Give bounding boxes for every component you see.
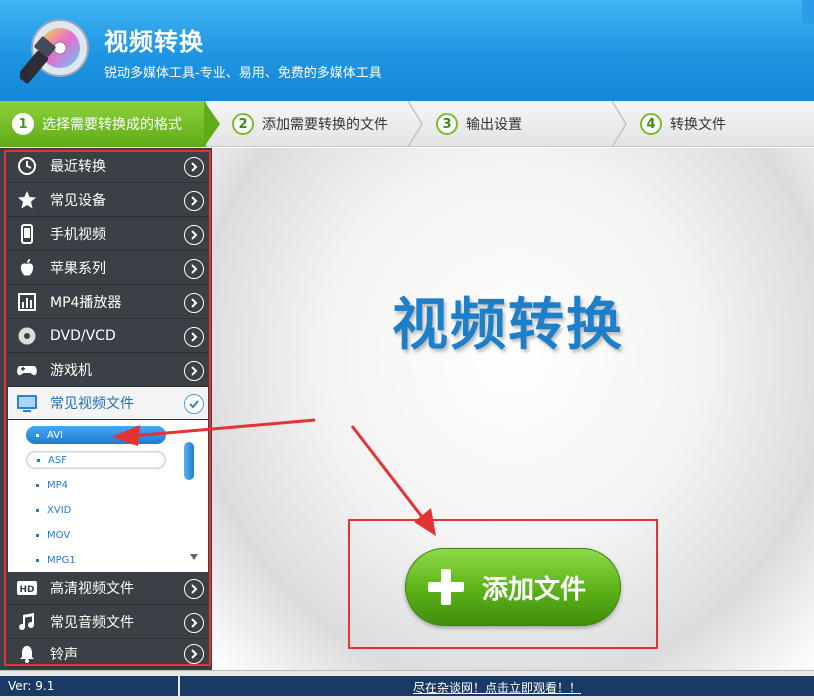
plus-icon: [428, 569, 464, 605]
chevron-right-icon[interactable]: [184, 259, 204, 279]
window-edge-icon: [802, 0, 814, 24]
category-label: 常见设备: [50, 193, 106, 209]
hd-icon: HD: [16, 577, 38, 599]
category-label: 高清视频文件: [50, 581, 134, 597]
category-label: MP4播放器: [50, 295, 122, 311]
add-file-label: 添加文件: [482, 574, 587, 605]
category-common-audio[interactable]: 常见音频文件: [8, 606, 208, 639]
category-label: 常见视频文件: [50, 396, 134, 412]
step-1[interactable]: 1 选择需要转换成的格式: [0, 101, 206, 147]
category-label: DVD/VCD: [50, 328, 116, 344]
check-circle-icon[interactable]: [184, 394, 204, 414]
mp4-player-icon: [16, 291, 38, 313]
format-list-scrollbar[interactable]: [184, 442, 194, 480]
bullet-icon: [36, 533, 39, 537]
step-number: 2: [232, 113, 254, 135]
step-arrow-icon: [204, 101, 220, 147]
bullet-icon: [36, 508, 39, 512]
film-disc-logo-icon: [20, 19, 89, 84]
format-label: MOV: [47, 529, 71, 541]
step-2[interactable]: 2 添加需要转换的文件: [232, 101, 412, 147]
version-label: Ver: 9.1: [0, 676, 178, 696]
app-title: 视频转换: [104, 28, 204, 56]
app-subtitle: 锐动多媒体工具-专业、易用、免费的多媒体工具: [104, 66, 382, 81]
bullet-icon: [36, 483, 39, 487]
category-mp4-player[interactable]: MP4播放器: [8, 286, 208, 319]
step-label: 输出设置: [466, 117, 522, 133]
step-label: 转换文件: [670, 117, 726, 133]
category-label: 游戏机: [50, 363, 92, 379]
category-label: 苹果系列: [50, 261, 106, 277]
gamepad-icon: [16, 359, 38, 381]
category-apple[interactable]: 苹果系列: [8, 252, 208, 285]
format-item-xvid[interactable]: XVID: [26, 501, 166, 519]
chevron-right-icon[interactable]: [184, 225, 204, 245]
step-number: 1: [12, 113, 34, 135]
chevron-right-icon[interactable]: [184, 327, 204, 347]
wizard-steps: 1 选择需要转换成的格式 2 添加需要转换的文件 3 输出设置 4 转换文件: [0, 101, 814, 147]
apple-icon: [16, 257, 38, 279]
step-3[interactable]: 3 输出设置: [436, 101, 616, 147]
step-label: 添加需要转换的文件: [262, 117, 388, 133]
format-label: MPG1: [47, 554, 76, 566]
category-ringtone[interactable]: 铃声: [8, 640, 208, 668]
step-separator-icon: [408, 101, 423, 147]
format-item-mov[interactable]: MOV: [26, 526, 166, 544]
step-label: 选择需要转换成的格式: [42, 117, 182, 133]
ad-link[interactable]: 尽在杂谈网！点击立即观看！！: [180, 676, 814, 696]
format-item-mpg1[interactable]: MPG1: [26, 551, 166, 569]
app-header: 视频转换 锐动多媒体工具-专业、易用、免费的多媒体工具: [0, 0, 814, 101]
category-dvd-vcd[interactable]: DVD/VCD: [8, 320, 208, 353]
format-item-mp4[interactable]: MP4: [26, 476, 166, 494]
chevron-right-icon[interactable]: [184, 293, 204, 313]
category-label: 常见音频文件: [50, 615, 134, 631]
format-label: AVI: [47, 429, 63, 441]
step-4[interactable]: 4 转换文件: [640, 101, 810, 147]
category-hd-video[interactable]: HD 高清视频文件: [8, 572, 208, 605]
category-label: 手机视频: [50, 227, 106, 243]
chevron-right-icon[interactable]: [184, 157, 204, 177]
format-label: MP4: [47, 479, 69, 491]
category-mobile-video[interactable]: 手机视频: [8, 218, 208, 251]
bullet-icon: [37, 458, 40, 462]
chevron-right-icon[interactable]: [184, 644, 204, 664]
chevron-right-icon[interactable]: [184, 613, 204, 633]
main-title: 视频转换: [392, 293, 624, 358]
step-number: 3: [436, 113, 458, 135]
bullet-icon: [36, 433, 39, 437]
monitor-icon: [16, 392, 38, 414]
step-separator-icon: [612, 101, 627, 147]
clock-icon: [16, 155, 38, 177]
bullet-icon: [36, 558, 39, 562]
chevron-right-icon[interactable]: [184, 579, 204, 599]
scroll-down-icon[interactable]: [188, 552, 200, 562]
category-game-console[interactable]: 游戏机: [8, 354, 208, 387]
star-icon: [16, 189, 38, 211]
music-note-icon: [16, 611, 38, 633]
category-recent[interactable]: 最近转换: [8, 150, 208, 183]
add-file-button[interactable]: 添加文件: [405, 548, 621, 626]
format-item-asf[interactable]: ASF: [26, 451, 166, 469]
category-label: 铃声: [50, 646, 78, 663]
chevron-right-icon[interactable]: [184, 361, 204, 381]
chevron-right-icon[interactable]: [184, 191, 204, 211]
category-common-devices[interactable]: 常见设备: [8, 184, 208, 217]
disc-icon: [16, 325, 38, 347]
format-label: ASF: [48, 454, 67, 466]
bell-icon: [16, 643, 38, 665]
phone-icon: [16, 223, 38, 245]
step-number: 4: [640, 113, 662, 135]
svg-text:HD: HD: [19, 585, 34, 595]
format-label: XVID: [47, 504, 72, 516]
category-label: 最近转换: [50, 159, 106, 175]
format-item-avi[interactable]: AVI: [26, 426, 166, 444]
category-common-video[interactable]: 常见视频文件: [8, 387, 208, 420]
